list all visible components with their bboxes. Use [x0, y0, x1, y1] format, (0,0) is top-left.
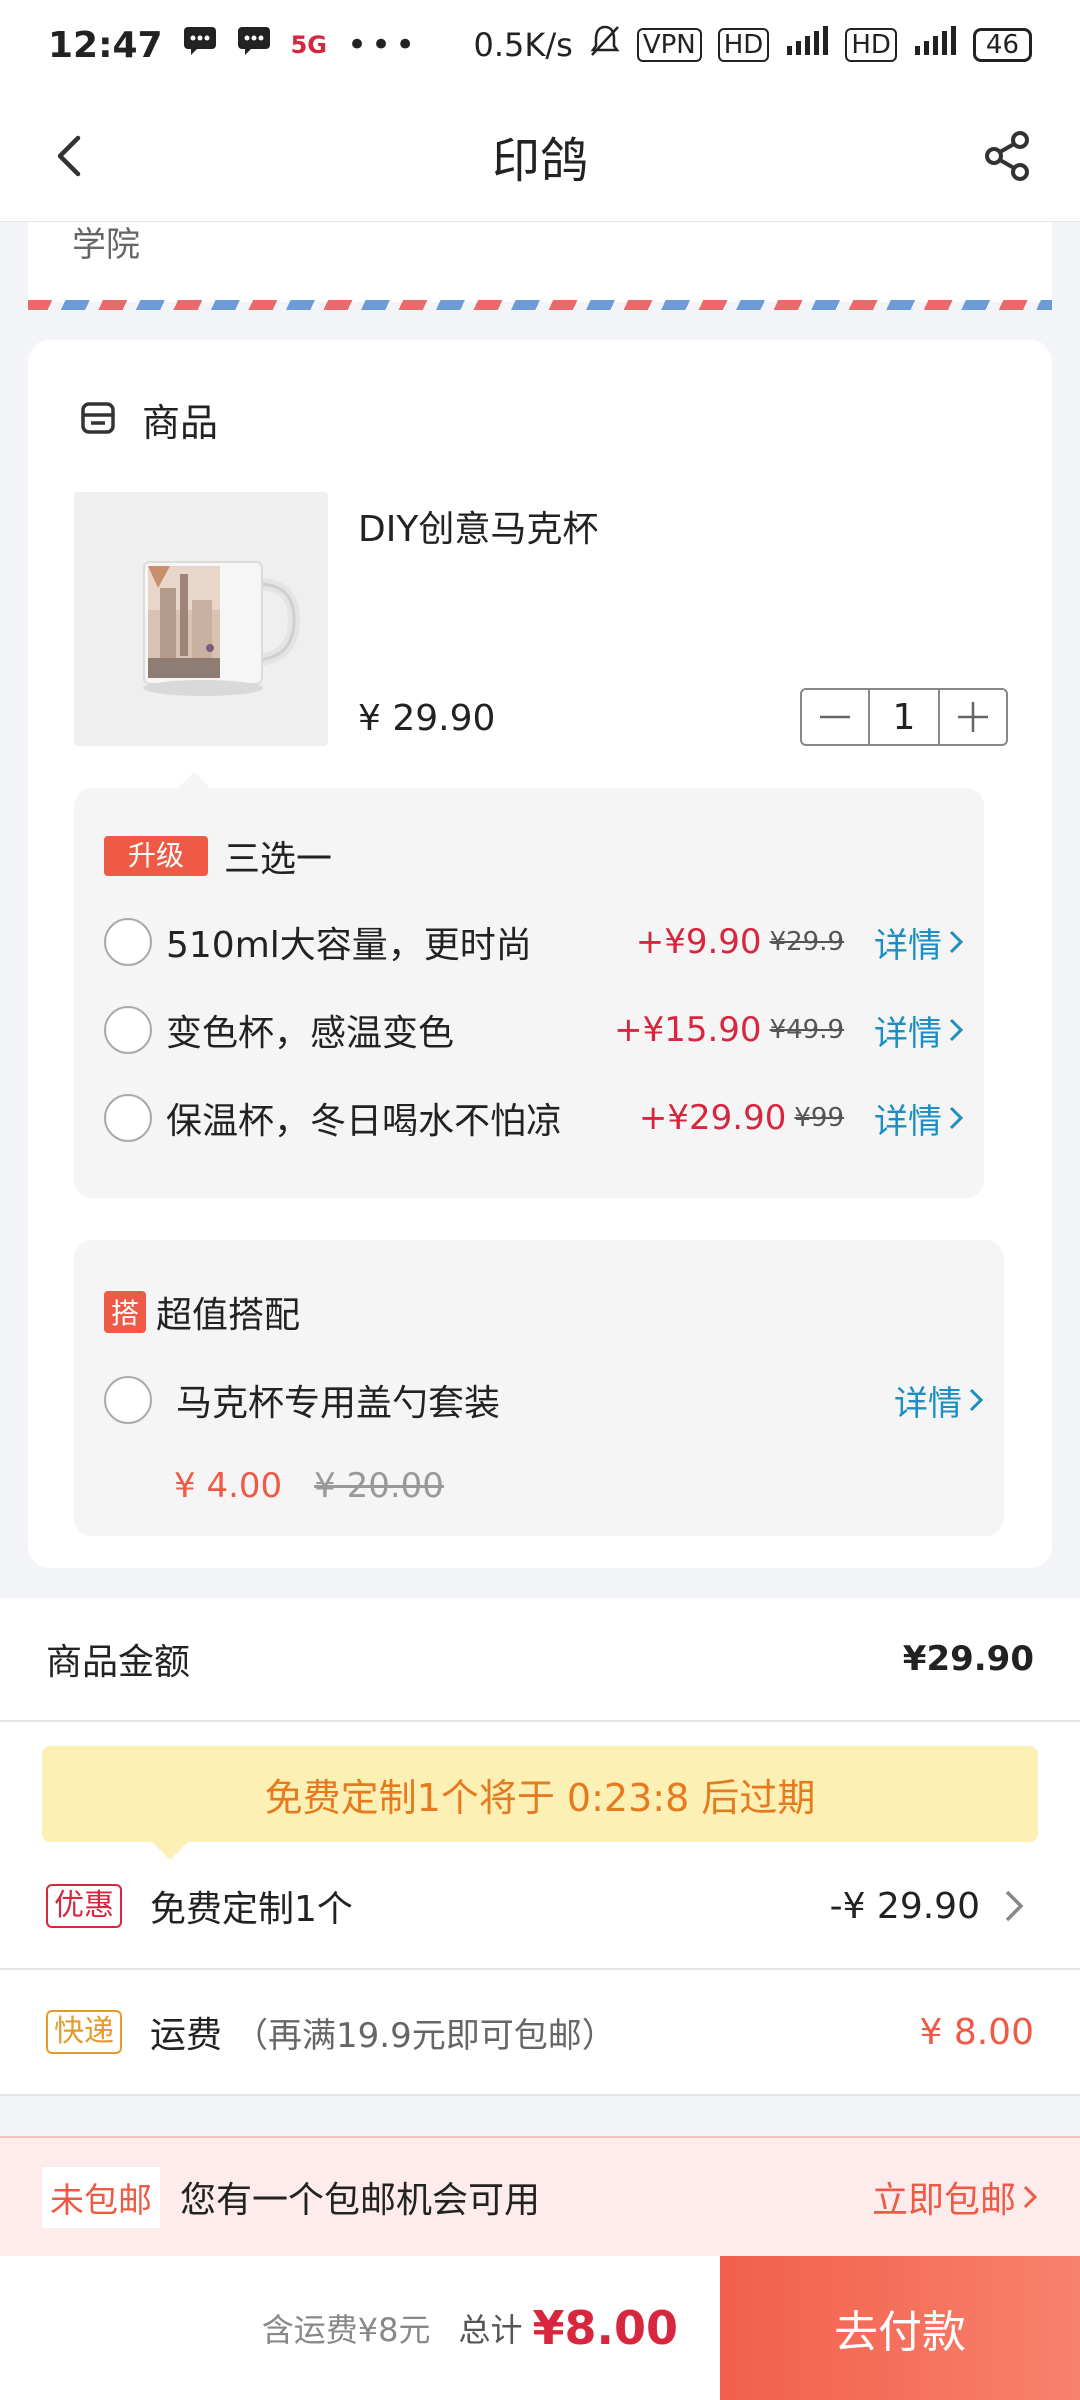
product-name: DIY创意马克杯 — [358, 509, 599, 550]
goods-header: 商品 — [80, 392, 218, 447]
more-dots-icon: ••• — [347, 25, 420, 65]
coupon-label: 免费定制1个 — [150, 1889, 353, 1930]
goods-amount-label: 商品金额 — [46, 1642, 191, 1683]
upgrade-option-row[interactable]: 变色杯，感温变色 +¥15.90 ¥49.9 详情 — [104, 1000, 964, 1060]
detail-link[interactable]: 详情 — [894, 1376, 984, 1425]
free-shipping-action-label: 立即包邮 — [871, 2180, 1016, 2221]
goods-amount-value: ¥29.90 — [902, 1639, 1034, 1679]
address-card[interactable]: 学院 — [28, 222, 1052, 302]
combo-original-price: ¥ 20.00 — [314, 1466, 444, 1506]
shipping-label: 运费 — [150, 2015, 223, 2056]
no-free-shipping-tag: 未包邮 — [42, 2166, 160, 2228]
upgrade-option-row[interactable]: 510ml大容量，更时尚 +¥9.90 ¥29.9 详情 — [104, 912, 964, 972]
plus-button[interactable] — [940, 690, 1006, 744]
share-icon[interactable] — [976, 124, 1040, 188]
detail-label: 详情 — [874, 1101, 942, 1142]
signal-icon — [913, 26, 957, 64]
upgrade-title: 三选一 — [224, 839, 333, 880]
free-shipping-text: 您有一个包邮机会可用 — [180, 2180, 541, 2221]
total-label: 总计 — [458, 2311, 523, 2349]
free-shipping-button[interactable]: 立即包邮 — [872, 2171, 1038, 2223]
upgrade-tag: 升级 — [104, 836, 209, 876]
chevron-right-icon — [949, 1106, 964, 1130]
network-speed: 0.5K/s — [473, 26, 573, 64]
vpn-icon: VPN — [636, 28, 702, 62]
5g-icon: 5G — [290, 31, 327, 59]
plus-icon — [958, 702, 988, 732]
bottom-bar: 含运费¥8元 总计 ¥8.00 去付款 — [0, 2256, 1080, 2400]
detail-link[interactable]: 详情 — [874, 918, 964, 967]
combo-title: 超值搭配 — [156, 1295, 301, 1336]
address-text: 学院 — [72, 225, 140, 265]
product-price: ¥ 29.90 — [358, 698, 496, 739]
minus-icon — [820, 715, 850, 719]
total-value: ¥8.00 — [532, 2301, 678, 2355]
status-bar: 12:47 5G ••• 0.5K/s VPN HD HD 46 — [0, 0, 1080, 90]
option-original-price: ¥49.9 — [769, 1015, 844, 1045]
detail-label: 详情 — [874, 925, 942, 966]
goods-card: 商品 DIY创意马克杯 ¥ 29.90 1 升级 三选一 510ml大容量，更时… — [28, 340, 1052, 1568]
expire-banner: 免费定制1个将于 0:23:8 后过期 — [42, 1746, 1038, 1860]
shipping-value: ¥ 8.00 — [919, 2011, 1034, 2053]
chevron-right-icon — [949, 1018, 964, 1042]
mute-bell-icon — [589, 24, 621, 66]
hd-icon: HD — [845, 28, 897, 62]
express-tag: 快递 — [46, 2010, 122, 2054]
quantity-stepper: 1 — [800, 688, 1008, 746]
message-icon — [183, 25, 217, 65]
pay-button[interactable]: 去付款 — [720, 2256, 1080, 2400]
chevron-right-icon — [1023, 2185, 1038, 2209]
shipping-row: 快递 运费 （再满19.9元即可包邮） ¥ 8.00 — [0, 1970, 1080, 2096]
option-price: +¥29.90 — [638, 1098, 787, 1138]
option-original-price: ¥99 — [794, 1103, 844, 1133]
combo-item-label: 马克杯专用盖勺套装 — [176, 1383, 501, 1424]
chevron-right-icon — [969, 1388, 984, 1412]
detail-label: 详情 — [894, 1383, 962, 1424]
page-title: 印鸽 — [491, 132, 588, 189]
free-shipping-bar: 未包邮 您有一个包邮机会可用 立即包邮 — [0, 2136, 1080, 2256]
option-price: +¥15.90 — [614, 1010, 762, 1050]
option-label: 510ml大容量，更时尚 — [166, 925, 532, 966]
chevron-right-icon — [1005, 1890, 1024, 1922]
option-price: +¥9.90 — [635, 922, 762, 962]
goods-section-title: 商品 — [142, 401, 219, 445]
goods-amount-row: 商品金额 ¥29.90 — [0, 1598, 1080, 1722]
nav-bar: 印鸽 — [0, 90, 1080, 222]
shipping-note: （再满19.9元即可包邮） — [234, 2015, 616, 2056]
upgrade-options: 升级 三选一 510ml大容量，更时尚 +¥9.90 ¥29.9 详情 变色杯，… — [74, 772, 984, 1198]
option-original-price: ¥29.9 — [769, 927, 844, 957]
option-label: 变色杯，感温变色 — [166, 1013, 455, 1054]
minus-button[interactable] — [802, 690, 868, 744]
detail-label: 详情 — [874, 1013, 942, 1054]
combo-offer: 搭 超值搭配 马克杯专用盖勺套装 详情 ¥ 4.00 ¥ 20.00 — [74, 1240, 1004, 1536]
promotion-section: 免费定制1个将于 0:23:8 后过期 优惠 免费定制1个 -¥ 29.90 — [0, 1722, 1080, 1970]
battery-icon: 46 — [972, 28, 1032, 62]
goods-icon — [80, 400, 116, 440]
coupon-tag: 优惠 — [46, 1884, 122, 1928]
radio-button[interactable] — [104, 1006, 152, 1054]
chevron-right-icon — [949, 930, 964, 954]
combo-price: ¥ 4.00 — [174, 1466, 283, 1506]
radio-button[interactable] — [104, 1376, 152, 1424]
message-icon — [237, 25, 271, 65]
hd-icon: HD — [717, 28, 770, 62]
detail-link[interactable]: 详情 — [874, 1006, 964, 1055]
combo-tag: 搭 — [104, 1291, 146, 1333]
option-label: 保温杯，冬日喝水不怕凉 — [166, 1101, 563, 1142]
radio-button[interactable] — [104, 918, 152, 966]
airmail-divider — [28, 300, 1052, 310]
combo-item-row[interactable]: 马克杯专用盖勺套装 详情 — [104, 1370, 984, 1430]
coupon-value: -¥ 29.90 — [829, 1885, 980, 1927]
back-icon[interactable] — [40, 124, 104, 188]
coupon-row[interactable]: 优惠 免费定制1个 -¥ 29.90 — [46, 1872, 1034, 1940]
shipping-included-text: 含运费¥8元 — [261, 2311, 431, 2349]
quantity-value[interactable]: 1 — [868, 690, 940, 744]
signal-icon — [785, 26, 829, 64]
detail-link[interactable]: 详情 — [874, 1094, 964, 1143]
upgrade-option-row[interactable]: 保温杯，冬日喝水不怕凉 +¥29.90 ¥99 详情 — [104, 1088, 964, 1148]
status-time: 12:47 — [48, 24, 163, 66]
radio-button[interactable] — [104, 1094, 152, 1142]
product-image[interactable] — [74, 492, 328, 746]
